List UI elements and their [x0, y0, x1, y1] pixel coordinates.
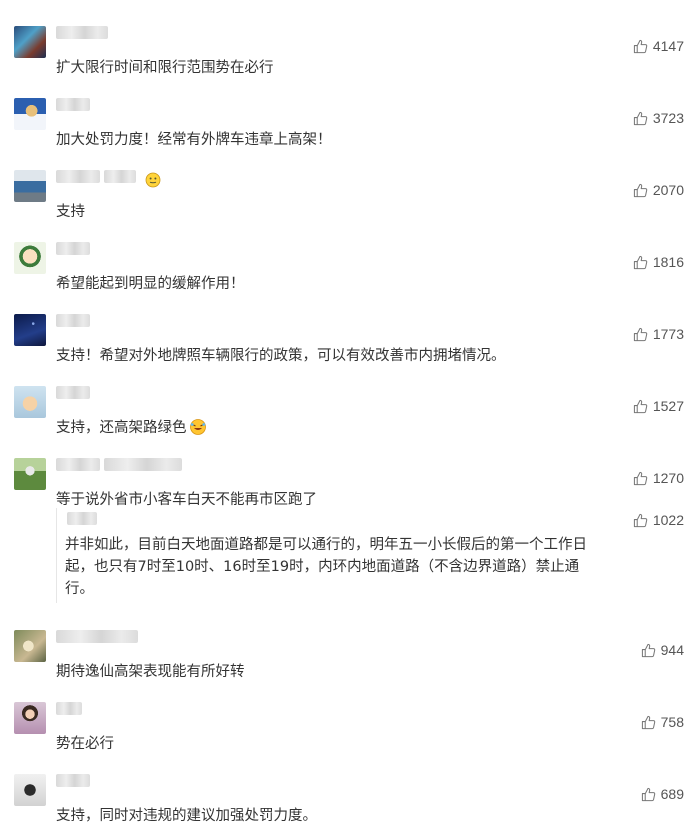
username-blurred[interactable]	[56, 774, 94, 788]
like-button[interactable]: 689	[641, 786, 684, 802]
comment-item: 期待逸仙高架表现能有所好转 944	[0, 624, 700, 694]
thumbs-up-icon	[633, 399, 648, 413]
avatar[interactable]	[14, 170, 46, 202]
username-blurred[interactable]	[56, 702, 86, 716]
like-count: 1773	[652, 326, 684, 342]
comment-text: 支持，同时对违规的建议加强处罚力度。	[56, 808, 317, 824]
like-count: 1270	[652, 470, 684, 486]
reply-text-line: 并非如此，目前白天地面道路都是可以通行的，明年五一小长假后的第一个工作日	[65, 537, 587, 553]
thumbs-up-icon	[633, 513, 648, 527]
like-count: 4147	[652, 38, 684, 54]
like-button[interactable]: 3723	[633, 110, 684, 126]
like-count: 1022	[652, 512, 684, 528]
avatar[interactable]	[14, 630, 46, 662]
avatar[interactable]	[14, 98, 46, 130]
comment-list: 扩大限行时间和限行范围势在必行 4147 加大处罚力度！经常有外牌车违章上高架！…	[0, 0, 700, 837]
like-count: 3723	[652, 110, 684, 126]
comment-item: 希望能起到明显的缓解作用！ 1816	[0, 236, 700, 306]
avatar[interactable]	[14, 26, 46, 58]
reply-text-line: 行。	[65, 581, 94, 597]
like-button[interactable]: 1527	[633, 398, 684, 414]
thumbs-up-icon	[641, 787, 655, 801]
like-button[interactable]: 944	[641, 642, 684, 658]
thumbs-up-icon	[633, 255, 648, 269]
avatar[interactable]	[14, 386, 46, 418]
like-button[interactable]: 4147	[633, 38, 684, 54]
comment-text: 希望能起到明显的缓解作用！	[56, 276, 245, 292]
avatar[interactable]	[14, 774, 46, 806]
comment-text: 势在必行	[56, 736, 114, 752]
reply-item: 1022 并非如此，目前白天地面道路都是可以通行的，明年五一小长假后的第一个工作…	[56, 508, 696, 603]
laugh-emoji-icon	[189, 418, 206, 435]
like-count: 944	[660, 642, 684, 658]
avatar[interactable]	[14, 458, 46, 490]
thumbs-up-icon	[633, 471, 648, 485]
thumbs-up-icon	[633, 183, 648, 197]
smile-emoji-icon	[145, 172, 161, 187]
like-button[interactable]: 1022	[633, 512, 684, 528]
like-button[interactable]: 1816	[633, 254, 684, 270]
username-blurred[interactable]	[56, 170, 161, 187]
username-blurred[interactable]	[67, 512, 101, 526]
like-button[interactable]: 758	[641, 714, 684, 730]
comment-item: 支持！希望对外地牌照车辆限行的政策，可以有效改善市内拥堵情况。 1773	[0, 308, 700, 378]
thumbs-up-icon	[633, 327, 648, 341]
username-blurred[interactable]	[56, 98, 94, 112]
comment-text: 支持，还高架路绿色	[56, 418, 207, 438]
thumbs-up-icon	[633, 39, 648, 53]
comment-text-content: 支持，还高架路绿色	[56, 420, 187, 436]
comment-text: 期待逸仙高架表现能有所好转	[56, 664, 245, 680]
like-count: 689	[660, 786, 684, 802]
username-blurred[interactable]	[56, 458, 186, 472]
avatar[interactable]	[14, 314, 46, 346]
thumbs-up-icon	[641, 715, 655, 729]
username-blurred[interactable]	[56, 26, 112, 40]
like-button[interactable]: 2070	[633, 182, 684, 198]
like-count: 758	[660, 714, 684, 730]
comment-text: 支持	[56, 204, 85, 220]
like-count: 2070	[652, 182, 684, 198]
comment-item: 支持 2070	[0, 164, 700, 234]
comment-item: 势在必行 758	[0, 696, 700, 766]
comment-item: 加大处罚力度！经常有外牌车违章上高架！ 3723	[0, 92, 700, 162]
username-blurred[interactable]	[56, 314, 94, 328]
comment-text: 扩大限行时间和限行范围势在必行	[56, 60, 274, 76]
reply-text-line: 起，也只有7时至10时、16时至19时，内环内地面道路（不含边界道路）禁止通	[65, 559, 580, 575]
comment-item: 扩大限行时间和限行范围势在必行 4147	[0, 20, 700, 90]
comment-text: 等于说外省市小客车白天不能再市区跑了	[56, 492, 317, 508]
avatar[interactable]	[14, 702, 46, 734]
comment-text: 支持！希望对外地牌照车辆限行的政策，可以有效改善市内拥堵情况。	[56, 348, 506, 364]
thumbs-up-icon	[641, 643, 655, 657]
username-blurred[interactable]	[56, 630, 142, 644]
thumbs-up-icon	[633, 111, 648, 125]
comment-item: 支持，同时对违规的建议加强处罚力度。 689	[0, 768, 700, 837]
like-button[interactable]: 1270	[633, 470, 684, 486]
like-count: 1527	[652, 398, 684, 414]
avatar[interactable]	[14, 242, 46, 274]
username-blurred[interactable]	[56, 242, 94, 256]
username-blurred[interactable]	[56, 386, 94, 400]
reply-text: 并非如此，目前白天地面道路都是可以通行的，明年五一小长假后的第一个工作日 起，也…	[65, 534, 685, 600]
comment-text: 加大处罚力度！经常有外牌车违章上高架！	[56, 132, 332, 148]
comment-item: 支持，还高架路绿色 1527	[0, 380, 700, 450]
like-button[interactable]: 1773	[633, 326, 684, 342]
like-count: 1816	[652, 254, 684, 270]
